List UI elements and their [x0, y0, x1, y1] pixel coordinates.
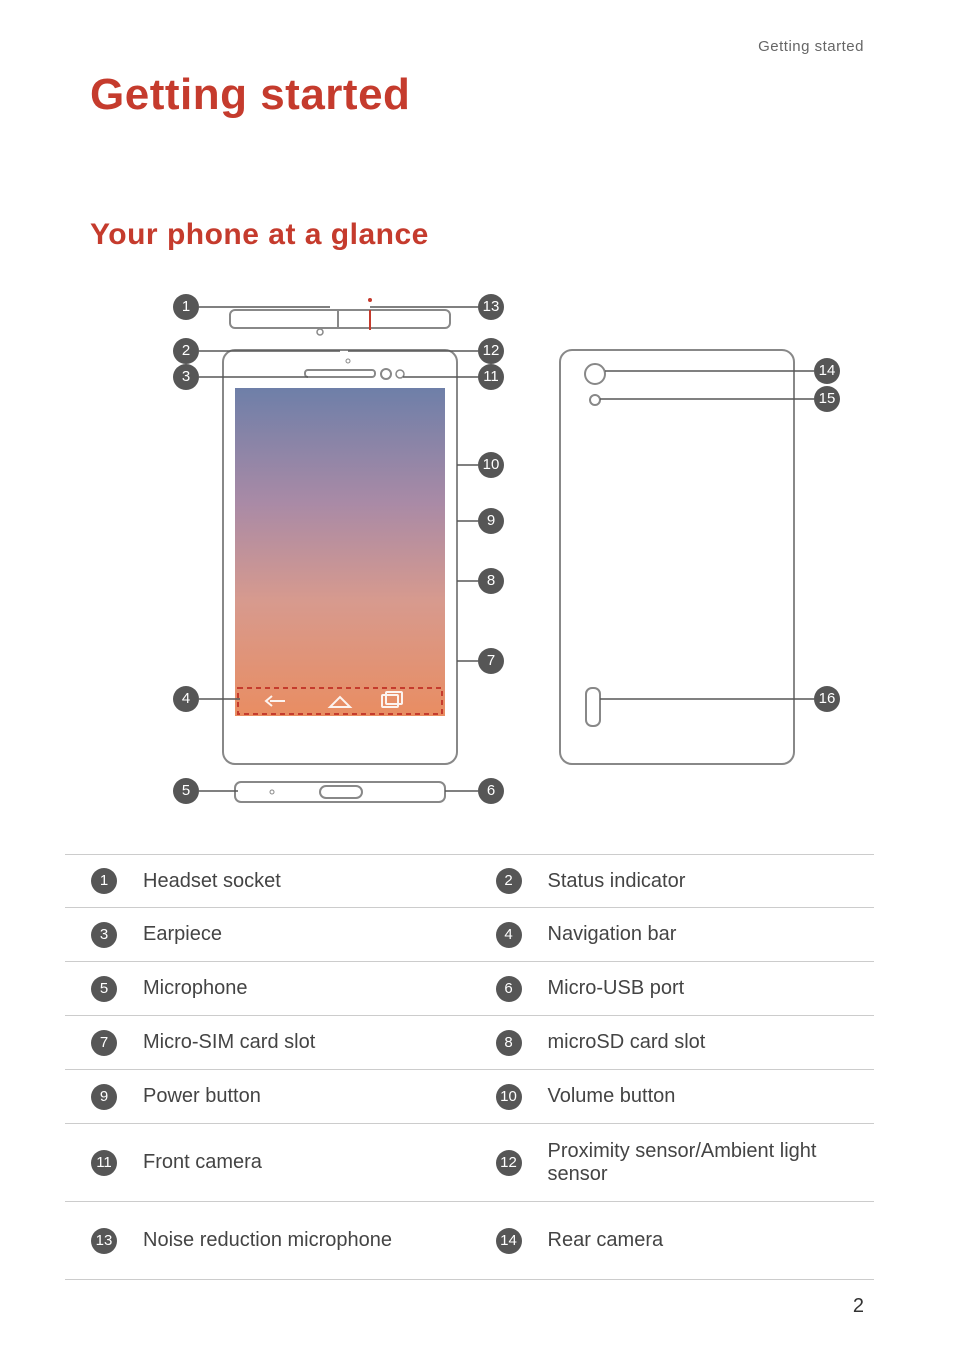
legend-label: Proximity sensor/Ambient light sensor	[548, 1132, 875, 1194]
legend-label: Rear camera	[548, 1221, 875, 1260]
legend-number: 5	[91, 976, 117, 1002]
legend-number: 8	[496, 1030, 522, 1056]
callout-2: 2	[173, 338, 199, 364]
callout-11: 11	[478, 364, 504, 390]
legend-row: 3 Earpiece 4 Navigation bar	[65, 908, 874, 962]
legend-label: Navigation bar	[548, 915, 875, 954]
legend-label: Earpiece	[143, 915, 470, 954]
legend-badge: 5	[65, 976, 143, 1002]
callout-13: 13	[478, 294, 504, 320]
legend-label: Power button	[143, 1077, 470, 1116]
section-title: Your phone at a glance	[90, 218, 429, 252]
legend-label: Micro-SIM card slot	[143, 1023, 470, 1062]
legend-row: 7 Micro-SIM card slot 8 microSD card slot	[65, 1016, 874, 1070]
legend-badge: 13	[65, 1228, 143, 1254]
legend-label: Noise reduction microphone	[143, 1221, 470, 1260]
legend-number: 13	[91, 1228, 117, 1254]
legend-row: 5 Microphone 6 Micro-USB port	[65, 962, 874, 1016]
legend-badge: 3	[65, 922, 143, 948]
callout-15: 15	[814, 386, 840, 412]
legend-label: Micro-USB port	[548, 969, 875, 1008]
legend-label: Volume button	[548, 1077, 875, 1116]
legend-row: 13 Noise reduction microphone 14 Rear camer…	[65, 1202, 874, 1280]
legend-badge: 7	[65, 1030, 143, 1056]
callout-16: 16	[814, 686, 840, 712]
legend-badge: 9	[65, 1084, 143, 1110]
legend-number: 10	[496, 1084, 522, 1110]
callout-6: 6	[478, 778, 504, 804]
legend-label: Headset socket	[143, 862, 470, 901]
callout-9: 9	[478, 508, 504, 534]
running-head: Getting started	[758, 38, 864, 55]
callout-5: 5	[173, 778, 199, 804]
legend-badge: 14	[470, 1228, 548, 1254]
legend-badge: 8	[470, 1030, 548, 1056]
callout-4: 4	[173, 686, 199, 712]
legend-label: Microphone	[143, 969, 470, 1008]
legend-number: 6	[496, 976, 522, 1002]
legend-number: 14	[496, 1228, 522, 1254]
legend-number: 7	[91, 1030, 117, 1056]
legend-number: 11	[91, 1150, 117, 1176]
callout-10: 10	[478, 452, 504, 478]
callout-1: 1	[173, 294, 199, 320]
legend-table: 1 Headset socket 2 Status indicator 3 Earpiec…	[65, 854, 874, 1280]
callout-8: 8	[478, 568, 504, 594]
callout-7: 7	[478, 648, 504, 674]
legend-badge: 12	[470, 1150, 548, 1176]
legend-label: Front camera	[143, 1143, 470, 1182]
legend-badge: 6	[470, 976, 548, 1002]
callout-14: 14	[814, 358, 840, 384]
legend-badge: 10	[470, 1084, 548, 1110]
legend-number: 2	[496, 868, 522, 894]
legend-number: 4	[496, 922, 522, 948]
legend-number: 1	[91, 868, 117, 894]
legend-number: 12	[496, 1150, 522, 1176]
legend-row: 11 Front camera 12 Proximity sensor/Ambient…	[65, 1124, 874, 1202]
phone-diagram: 1 2 3 4 5 6 7 8 9 10 11 12 13 14 15 16	[90, 288, 864, 848]
legend-row: 1 Headset socket 2 Status indicator	[65, 854, 874, 908]
legend-number: 9	[91, 1084, 117, 1110]
page-title: Getting started	[90, 70, 410, 120]
callout-12: 12	[478, 338, 504, 364]
legend-label: microSD card slot	[548, 1023, 875, 1062]
legend-badge: 11	[65, 1150, 143, 1176]
callout-3: 3	[173, 364, 199, 390]
legend-badge: 1	[65, 868, 143, 894]
legend-badge: 4	[470, 922, 548, 948]
legend-number: 3	[91, 922, 117, 948]
legend-badge: 2	[470, 868, 548, 894]
page-number: 2	[853, 1295, 864, 1318]
legend-row: 9 Power button 10 Volume button	[65, 1070, 874, 1124]
legend-label: Status indicator	[548, 862, 875, 901]
